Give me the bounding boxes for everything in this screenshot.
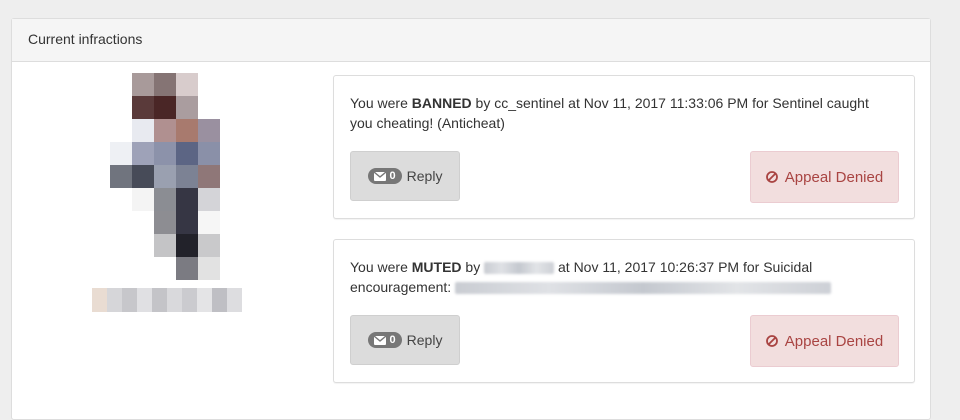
reply-button[interactable]: 0 Reply (350, 151, 460, 201)
reply-count-badge: 0 (367, 168, 402, 184)
reply-count: 0 (389, 170, 396, 182)
reply-button[interactable]: 0 Reply (350, 315, 460, 365)
reply-count-badge: 0 (367, 332, 402, 348)
envelope-icon (373, 335, 386, 345)
appeal-label: Appeal Denied (784, 168, 884, 186)
reply-label: Reply (406, 332, 443, 348)
infraction-type: BANNED (411, 95, 472, 111)
infraction-by-prefix: by (471, 95, 495, 111)
panel-title: Current infractions (12, 19, 930, 62)
infractions-panel: Current infractions You were BANNED by c… (11, 18, 931, 420)
ban-icon (765, 171, 778, 183)
infraction-issuer: cc_sentinel (494, 95, 565, 111)
link-redacted (455, 282, 832, 295)
infraction-prefix: You were (350, 259, 412, 275)
infraction-card: You were BANNED by cc_sentinel at Nov 11… (333, 75, 915, 219)
username-redacted (92, 288, 242, 312)
reply-count: 0 (389, 334, 396, 346)
appeal-denied-button[interactable]: Appeal Denied (750, 151, 899, 203)
avatar (110, 73, 222, 280)
appeal-denied-button[interactable]: Appeal Denied (750, 315, 899, 367)
infraction-type: MUTED (411, 259, 462, 275)
envelope-icon (373, 171, 386, 181)
infraction-card: You were MUTED by at Nov 11, 2017 10:26:… (333, 239, 915, 383)
infraction-description: You were BANNED by cc_sentinel at Nov 11… (350, 93, 890, 133)
infraction-by-prefix: by (461, 259, 485, 275)
infraction-description: You were MUTED by at Nov 11, 2017 10:26:… (350, 257, 890, 297)
ban-icon (765, 335, 778, 347)
reply-label: Reply (406, 168, 443, 184)
infraction-prefix: You were (350, 95, 412, 111)
appeal-label: Appeal Denied (784, 332, 884, 350)
issuer-redacted (484, 262, 555, 275)
